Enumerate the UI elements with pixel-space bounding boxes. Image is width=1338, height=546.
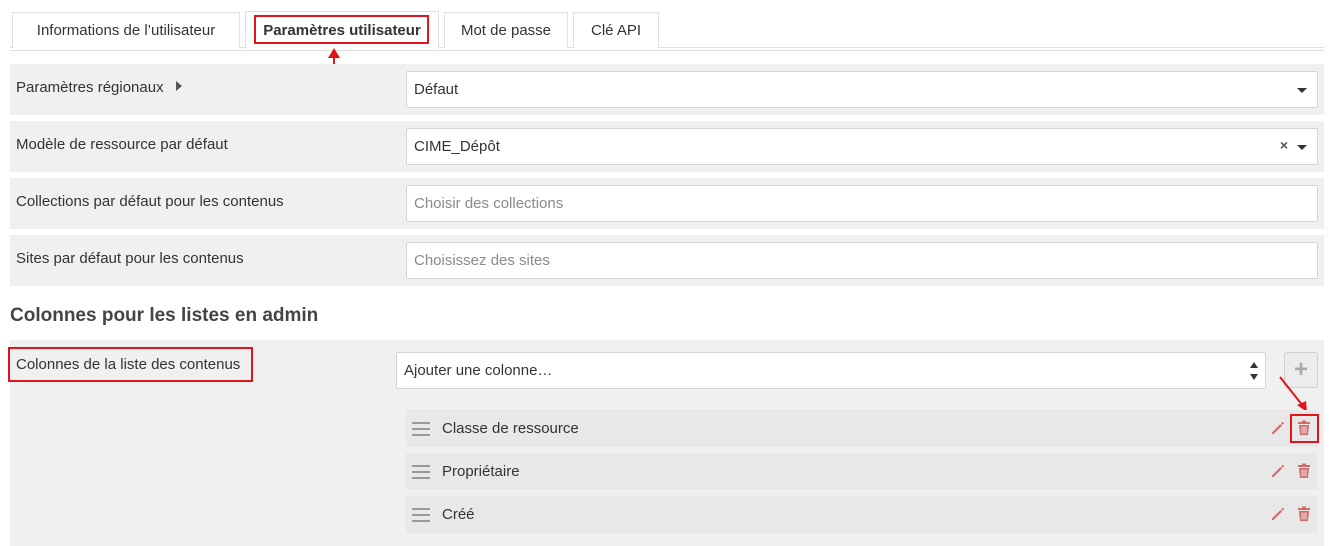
caret-right-icon (175, 81, 182, 92)
row-regional-settings: Paramètres régionaux Défaut (10, 64, 1324, 115)
pencil-icon[interactable] (1268, 461, 1288, 481)
section-title: Colonnes pour les listes en admin (10, 305, 319, 326)
chevron-down-icon (1297, 145, 1307, 150)
pencil-icon[interactable] (1268, 418, 1288, 438)
collections-input[interactable]: Choisir des collections (406, 185, 1318, 222)
column-item: Classe de ressource (406, 410, 1318, 447)
drag-handle-icon[interactable] (412, 507, 430, 522)
sites-input[interactable]: Choisissez des sites (406, 242, 1318, 279)
column-item: Propriétaire (406, 453, 1318, 490)
trash-icon[interactable] (1294, 461, 1314, 481)
drag-handle-icon[interactable] (412, 464, 430, 479)
resource-template-select[interactable]: CIME_Dépôt × (406, 128, 1318, 165)
resource-template-label: Modèle de ressource par défaut (16, 136, 228, 153)
label-highlight-box (8, 347, 253, 382)
tab-user-information[interactable]: Informations de l’utilisateur (12, 12, 240, 48)
trash-icon[interactable] (1294, 504, 1314, 524)
trash-icon[interactable] (1294, 418, 1314, 438)
tab-user-settings[interactable]: Paramètres utilisateur (245, 11, 439, 49)
tab-bar: Informations de l’utilisateur Paramètres… (10, 10, 1324, 51)
tab-api-key[interactable]: Clé API (573, 12, 659, 48)
clear-icon[interactable]: × (1280, 137, 1288, 153)
row-default-collections: Collections par défaut pour les contenus… (10, 178, 1324, 229)
chevron-down-icon (1297, 88, 1307, 93)
add-column-select[interactable]: Ajouter une colonne… (396, 352, 1266, 389)
row-default-sites: Sites par défaut pour les contenus Chois… (10, 235, 1324, 286)
updown-icon (1250, 362, 1258, 380)
drag-handle-icon[interactable] (412, 421, 430, 436)
regional-settings-label[interactable]: Paramètres régionaux (16, 79, 182, 96)
tab-password[interactable]: Mot de passe (444, 12, 568, 48)
collections-label: Collections par défaut pour les contenus (16, 193, 284, 210)
row-default-resource-template: Modèle de ressource par défaut CIME_Dépô… (10, 121, 1324, 172)
sites-label: Sites par défaut pour les contenus (16, 250, 244, 267)
column-item: Créé (406, 496, 1318, 533)
regional-settings-select[interactable]: Défaut (406, 71, 1318, 108)
pencil-icon[interactable] (1268, 504, 1288, 524)
